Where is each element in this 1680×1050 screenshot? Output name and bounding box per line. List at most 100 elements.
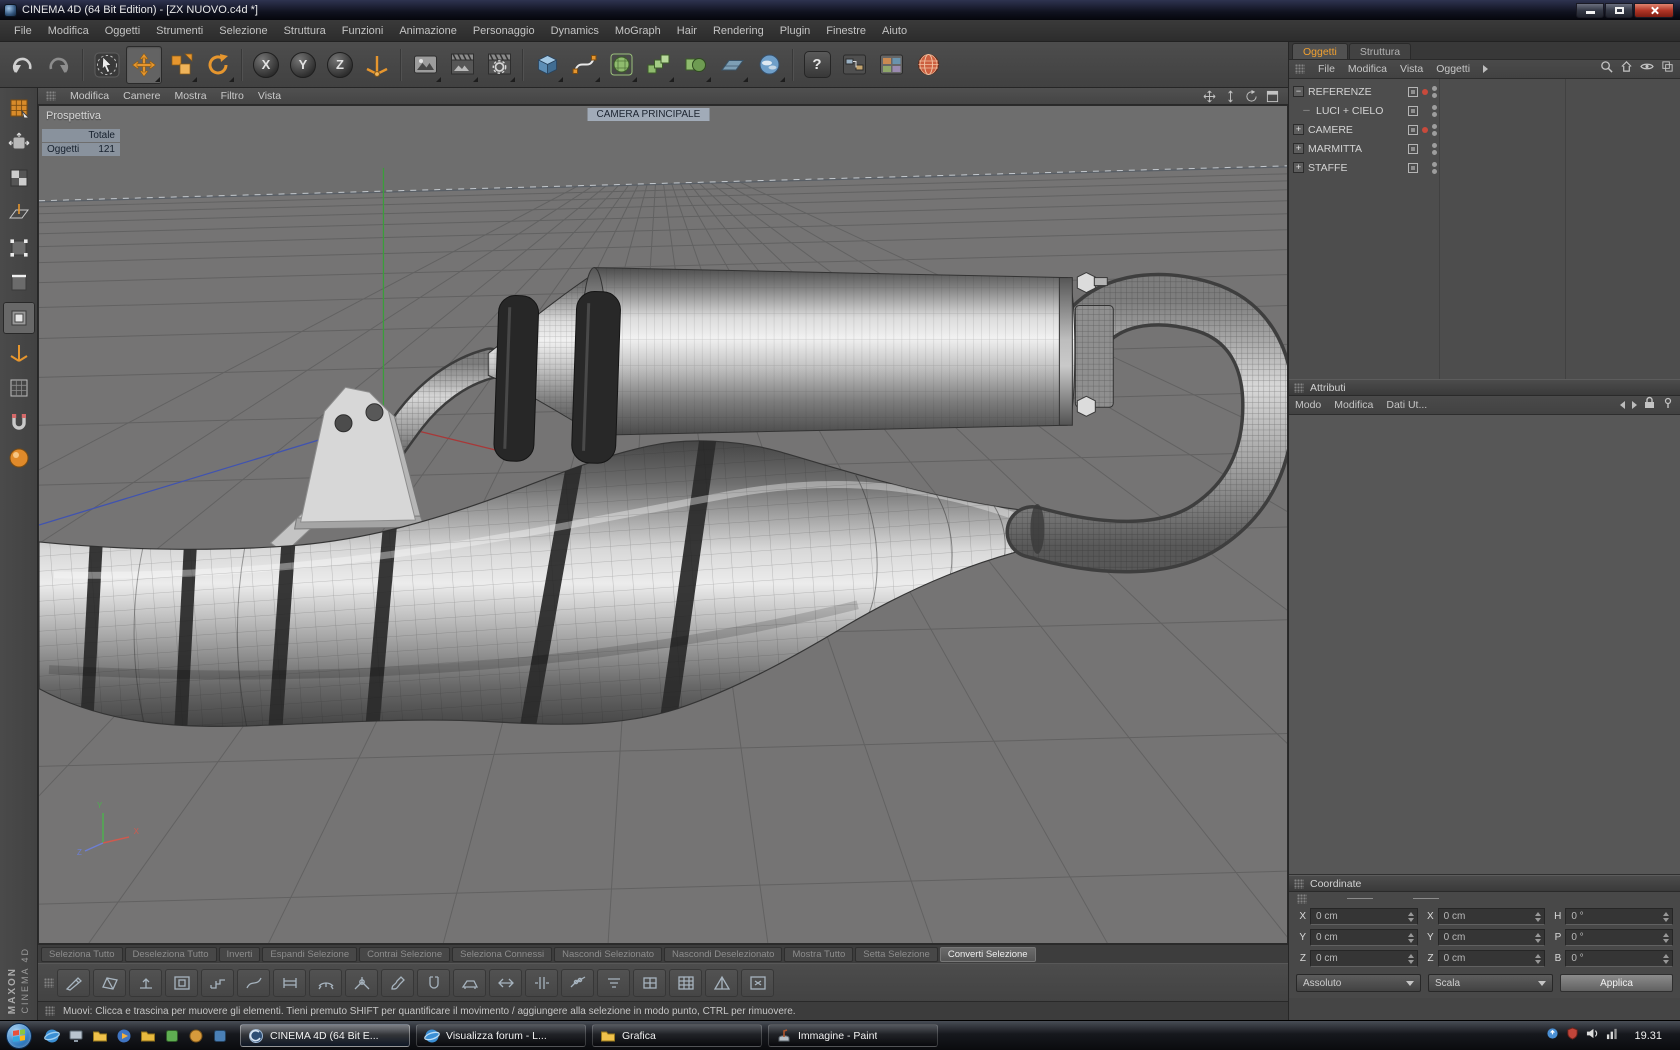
taskbar-button-paint[interactable]: Immagine - Paint bbox=[768, 1024, 938, 1047]
size-y-field[interactable]: 0 cm bbox=[1437, 929, 1546, 946]
drag-grip-icon[interactable] bbox=[44, 977, 54, 988]
nascondi-deselezionato-button[interactable]: Nascondi Deselezionato bbox=[664, 946, 783, 962]
taskbar-button-grafica[interactable]: Grafica bbox=[592, 1024, 762, 1047]
object-label[interactable]: REFERENZE bbox=[1308, 86, 1404, 98]
size-z-field[interactable]: 0 cm bbox=[1437, 950, 1546, 967]
split-icon[interactable] bbox=[525, 968, 558, 997]
app-green-icon[interactable] bbox=[162, 1026, 182, 1046]
optimize-icon[interactable] bbox=[633, 968, 666, 997]
menu-rendering[interactable]: Rendering bbox=[705, 22, 772, 40]
pos-z-field[interactable]: 0 cm bbox=[1310, 950, 1418, 967]
app-blue-icon[interactable] bbox=[210, 1026, 230, 1046]
texture-mode-icon[interactable] bbox=[3, 162, 35, 194]
attr-menu-modo[interactable]: Modo bbox=[1295, 399, 1321, 411]
lock-z-icon[interactable]: Z bbox=[322, 46, 358, 84]
menu-hair[interactable]: Hair bbox=[669, 22, 705, 40]
spinner-icon[interactable] bbox=[1662, 932, 1670, 943]
move-tool-icon[interactable] bbox=[126, 45, 162, 84]
view-label[interactable]: Prospettiva bbox=[46, 110, 101, 122]
object-label[interactable]: MARMITTA bbox=[1308, 143, 1404, 155]
seleziona-tutto-button[interactable]: Seleziona Tutto bbox=[41, 946, 123, 962]
xpresso-icon[interactable] bbox=[836, 46, 872, 84]
vp-menu-mostra[interactable]: Mostra bbox=[174, 90, 206, 102]
object-row-camere[interactable]: + CAMERE bbox=[1289, 120, 1439, 139]
attributes-header[interactable]: Attributi bbox=[1289, 379, 1680, 396]
knife-icon[interactable] bbox=[57, 968, 90, 997]
add-cube-icon[interactable] bbox=[529, 46, 565, 84]
menu-oggetti[interactable]: Oggetti bbox=[97, 22, 148, 40]
visibility-dots[interactable] bbox=[1432, 104, 1437, 117]
vp-menu-camere[interactable]: Camere bbox=[123, 90, 160, 102]
minimize-button[interactable] bbox=[1576, 2, 1604, 18]
subdivide-icon[interactable] bbox=[669, 968, 702, 997]
inverti-button[interactable]: Inverti bbox=[218, 946, 261, 962]
content-browser-icon[interactable] bbox=[873, 46, 909, 84]
rotate-tool-icon[interactable] bbox=[200, 46, 236, 84]
taskbar-button-browser[interactable]: Visualizza forum - L... bbox=[416, 1024, 586, 1047]
attr-menu-dati-utente[interactable]: Dati Ut... bbox=[1386, 399, 1427, 411]
menu-struttura[interactable]: Struttura bbox=[276, 22, 334, 40]
spinner-icon[interactable] bbox=[1662, 911, 1670, 922]
menu-strumenti[interactable]: Strumenti bbox=[148, 22, 211, 40]
brush-icon[interactable] bbox=[381, 968, 414, 997]
start-button[interactable] bbox=[6, 1022, 32, 1049]
expand-toggle-icon[interactable]: + bbox=[1293, 124, 1304, 135]
menu-finestre[interactable]: Finestre bbox=[818, 22, 874, 40]
subdivision-surface-icon[interactable] bbox=[603, 46, 639, 84]
object-label[interactable]: CAMERE bbox=[1308, 124, 1404, 136]
folder-icon[interactable] bbox=[138, 1026, 158, 1046]
visibility-dots[interactable] bbox=[1432, 85, 1437, 98]
eye-icon[interactable] bbox=[1640, 60, 1654, 78]
attr-menu-modifica[interactable]: Modifica bbox=[1334, 399, 1373, 411]
layer-marker[interactable] bbox=[1422, 88, 1428, 95]
object-row-luci-cielo[interactable]: ─ LUCI + CIELO bbox=[1289, 101, 1439, 120]
viewport-canvas[interactable]: Prospettiva CAMERA PRINCIPALE Totale Ogg… bbox=[38, 105, 1288, 944]
make-editable-icon[interactable] bbox=[3, 92, 35, 124]
om-menu-oggetti[interactable]: Oggetti bbox=[1436, 63, 1470, 75]
seleziona-connessi-button[interactable]: Seleziona Connessi bbox=[452, 946, 553, 962]
drag-grip-icon[interactable] bbox=[1294, 382, 1304, 393]
live-selection-icon[interactable] bbox=[89, 46, 125, 84]
layer-marker[interactable] bbox=[1422, 165, 1428, 171]
espandi-selezione-button[interactable]: Espandi Selezione bbox=[262, 946, 358, 962]
snap-mode-icon[interactable] bbox=[3, 407, 35, 439]
menu-mograph[interactable]: MoGraph bbox=[607, 22, 669, 40]
vp-menu-filtro[interactable]: Filtro bbox=[221, 90, 244, 102]
expand-toggle-icon[interactable]: + bbox=[1293, 162, 1304, 173]
object-row-marmitta[interactable]: + MARMITTA bbox=[1289, 139, 1439, 158]
object-row-staffe[interactable]: + STAFFE bbox=[1289, 158, 1439, 177]
home-icon[interactable] bbox=[1620, 60, 1633, 78]
maximize-button[interactable] bbox=[1605, 2, 1633, 18]
setta-selezione-button[interactable]: Setta Selezione bbox=[855, 946, 938, 962]
scale-tool-icon[interactable] bbox=[163, 46, 199, 84]
polygons-mode-icon[interactable] bbox=[2, 302, 35, 334]
update-tray-icon[interactable] bbox=[1546, 1027, 1559, 1045]
bevel-icon[interactable] bbox=[93, 968, 126, 997]
visibility-dots[interactable] bbox=[1432, 123, 1437, 136]
spinner-icon[interactable] bbox=[1407, 953, 1415, 964]
expand-toggle-icon[interactable]: − bbox=[1293, 86, 1304, 97]
rot-p-field[interactable]: 0 ° bbox=[1565, 929, 1673, 946]
sky-icon[interactable] bbox=[751, 46, 787, 84]
tab-struttura[interactable]: Struttura bbox=[1348, 43, 1412, 59]
iron-icon[interactable] bbox=[453, 968, 486, 997]
spinner-icon[interactable] bbox=[1535, 932, 1542, 943]
coordinate-system-icon[interactable] bbox=[359, 46, 395, 84]
object-label[interactable]: LUCI + CIELO bbox=[1316, 105, 1404, 117]
mostra-tutto-button[interactable]: Mostra Tutto bbox=[784, 946, 854, 962]
inner-extrude-icon[interactable] bbox=[165, 968, 198, 997]
array-icon[interactable] bbox=[640, 46, 676, 84]
edges-mode-icon[interactable] bbox=[3, 267, 35, 299]
show-desktop-icon[interactable] bbox=[66, 1026, 86, 1046]
taskbar-clock[interactable]: 19.31 bbox=[1626, 1030, 1670, 1042]
render-settings-icon[interactable] bbox=[481, 46, 517, 84]
bridge-icon[interactable] bbox=[273, 968, 306, 997]
converti-selezione-button[interactable]: Converti Selezione bbox=[939, 946, 1036, 962]
points-mode-icon[interactable] bbox=[3, 232, 35, 264]
internet-explorer-icon[interactable] bbox=[42, 1026, 62, 1046]
magnet-icon[interactable] bbox=[417, 968, 450, 997]
menu-personaggio[interactable]: Personaggio bbox=[465, 22, 543, 40]
pos-x-field[interactable]: 0 cm bbox=[1310, 908, 1418, 925]
om-menu-modifica[interactable]: Modifica bbox=[1348, 63, 1387, 75]
layer-icon[interactable] bbox=[1661, 60, 1674, 78]
